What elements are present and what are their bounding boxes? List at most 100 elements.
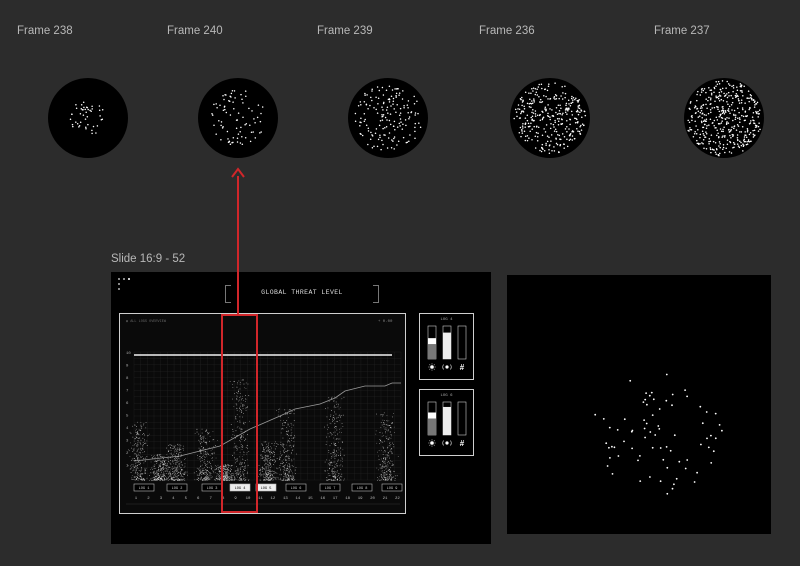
- x-tick-label: 6: [197, 497, 200, 501]
- particle: [644, 436, 646, 439]
- particle: [665, 399, 668, 402]
- threat-peak: [275, 408, 297, 481]
- particle: [606, 465, 609, 467]
- particle: [714, 412, 717, 415]
- log-button[interactable]: LOG 9: [381, 483, 403, 492]
- frame-label[interactable]: Frame 236: [479, 25, 535, 37]
- frame-label[interactable]: Frame 240: [167, 25, 223, 37]
- x-tick-label: 16: [320, 497, 325, 501]
- log-button-label: LOG 3: [207, 487, 218, 491]
- particle: [651, 414, 654, 416]
- particle: [623, 418, 626, 421]
- signal-icon: [442, 364, 452, 370]
- particle: [652, 398, 655, 401]
- level-bar-cap: [428, 412, 436, 419]
- particle: [666, 466, 669, 469]
- frame-label[interactable]: Frame 238: [17, 25, 73, 37]
- y-tick-label: 3: [126, 440, 129, 444]
- log-button[interactable]: LOG 5: [255, 483, 277, 492]
- x-tick-label: 21: [383, 497, 388, 501]
- x-tick-label: 7: [209, 497, 212, 501]
- log-button[interactable]: LOG 2: [166, 483, 188, 492]
- particle: [613, 446, 616, 449]
- x-tick-label: 14: [295, 497, 300, 501]
- slide-title: GLOBAL THREAT LEVEL: [261, 289, 343, 296]
- log-button[interactable]: LOG 6: [285, 483, 307, 492]
- particle: [643, 427, 646, 430]
- particle: [617, 455, 620, 457]
- x-tick-label: 19: [358, 497, 363, 501]
- side-panel-log-6[interactable]: LOG 6 #: [419, 389, 474, 456]
- particle: [684, 389, 686, 391]
- log-button[interactable]: LOG 3: [201, 483, 223, 492]
- hash-icon: #: [460, 363, 465, 372]
- particle: [678, 460, 681, 463]
- particle: [609, 457, 611, 459]
- particle: [631, 447, 633, 450]
- x-tick-label: 18: [345, 497, 350, 501]
- side-panel-log-4[interactable]: LOG 4 #: [419, 313, 474, 380]
- particle: [602, 418, 605, 420]
- x-tick-label: 12: [271, 497, 276, 501]
- particle: [710, 462, 713, 464]
- particle: [645, 422, 648, 425]
- particle: [684, 467, 687, 470]
- particle: [616, 429, 619, 431]
- x-tick-label: 1: [135, 497, 138, 501]
- particle: [693, 481, 696, 483]
- particle: [658, 408, 661, 410]
- chart-header-left: ◉ ALL LOGS OVERVIEW: [126, 320, 167, 324]
- particle: [712, 450, 715, 453]
- threat-peak: [165, 443, 188, 481]
- particle: [611, 473, 614, 475]
- log-button-label: LOG 2: [172, 487, 183, 491]
- y-tick-label: 5: [126, 415, 129, 419]
- particle: [700, 443, 702, 446]
- log-button[interactable]: LOG 7: [319, 483, 341, 492]
- particle-preview: [594, 373, 723, 495]
- frame-thumbnail[interactable]: [684, 78, 764, 158]
- chart-header-right: + 0.00: [378, 320, 393, 324]
- particle: [623, 440, 625, 443]
- particle: [649, 476, 651, 478]
- particle-cloud: [354, 85, 422, 151]
- particle-cloud: [211, 89, 264, 146]
- log-button[interactable]: LOG 1: [133, 483, 155, 492]
- log-button[interactable]: LOG 8: [351, 483, 373, 492]
- particle: [648, 394, 651, 397]
- level-bar-fill: [428, 344, 436, 359]
- particle: [705, 411, 708, 413]
- particle: [605, 442, 608, 445]
- frame-thumbnail[interactable]: [348, 78, 428, 158]
- bracket-right: [373, 285, 379, 303]
- hash-icon: #: [460, 439, 465, 448]
- particle: [630, 430, 633, 433]
- particle: [710, 434, 712, 437]
- particle: [721, 429, 723, 432]
- y-tick-label: 1: [126, 465, 129, 469]
- level-bar-frame: [457, 325, 467, 360]
- slide-artboard[interactable]: GLOBAL THREAT LEVEL ◉ ALL LOGS OVERVIEW +…: [111, 272, 491, 544]
- slide-label[interactable]: Slide 16:9 - 52: [111, 253, 185, 265]
- preview-artboard[interactable]: [507, 275, 771, 534]
- frame-thumbnail[interactable]: [198, 78, 278, 158]
- threat-peak: [127, 421, 150, 481]
- particle: [699, 405, 702, 408]
- particle: [594, 413, 597, 416]
- x-tick-label: 13: [283, 497, 288, 501]
- y-tick-label: 7: [126, 390, 129, 394]
- frame-thumbnail[interactable]: [48, 78, 128, 158]
- x-tick-label: 22: [395, 497, 400, 501]
- particle: [707, 446, 710, 449]
- y-tick-label: 9: [126, 365, 129, 369]
- particle: [654, 434, 657, 436]
- particle: [671, 487, 674, 490]
- particle: [666, 492, 669, 495]
- particle: [657, 425, 660, 427]
- frame-thumbnail[interactable]: [510, 78, 590, 158]
- frame-label[interactable]: Frame 239: [317, 25, 373, 37]
- particle: [686, 395, 688, 398]
- particle: [696, 471, 698, 474]
- threat-peak: [257, 441, 281, 481]
- frame-label[interactable]: Frame 237: [654, 25, 710, 37]
